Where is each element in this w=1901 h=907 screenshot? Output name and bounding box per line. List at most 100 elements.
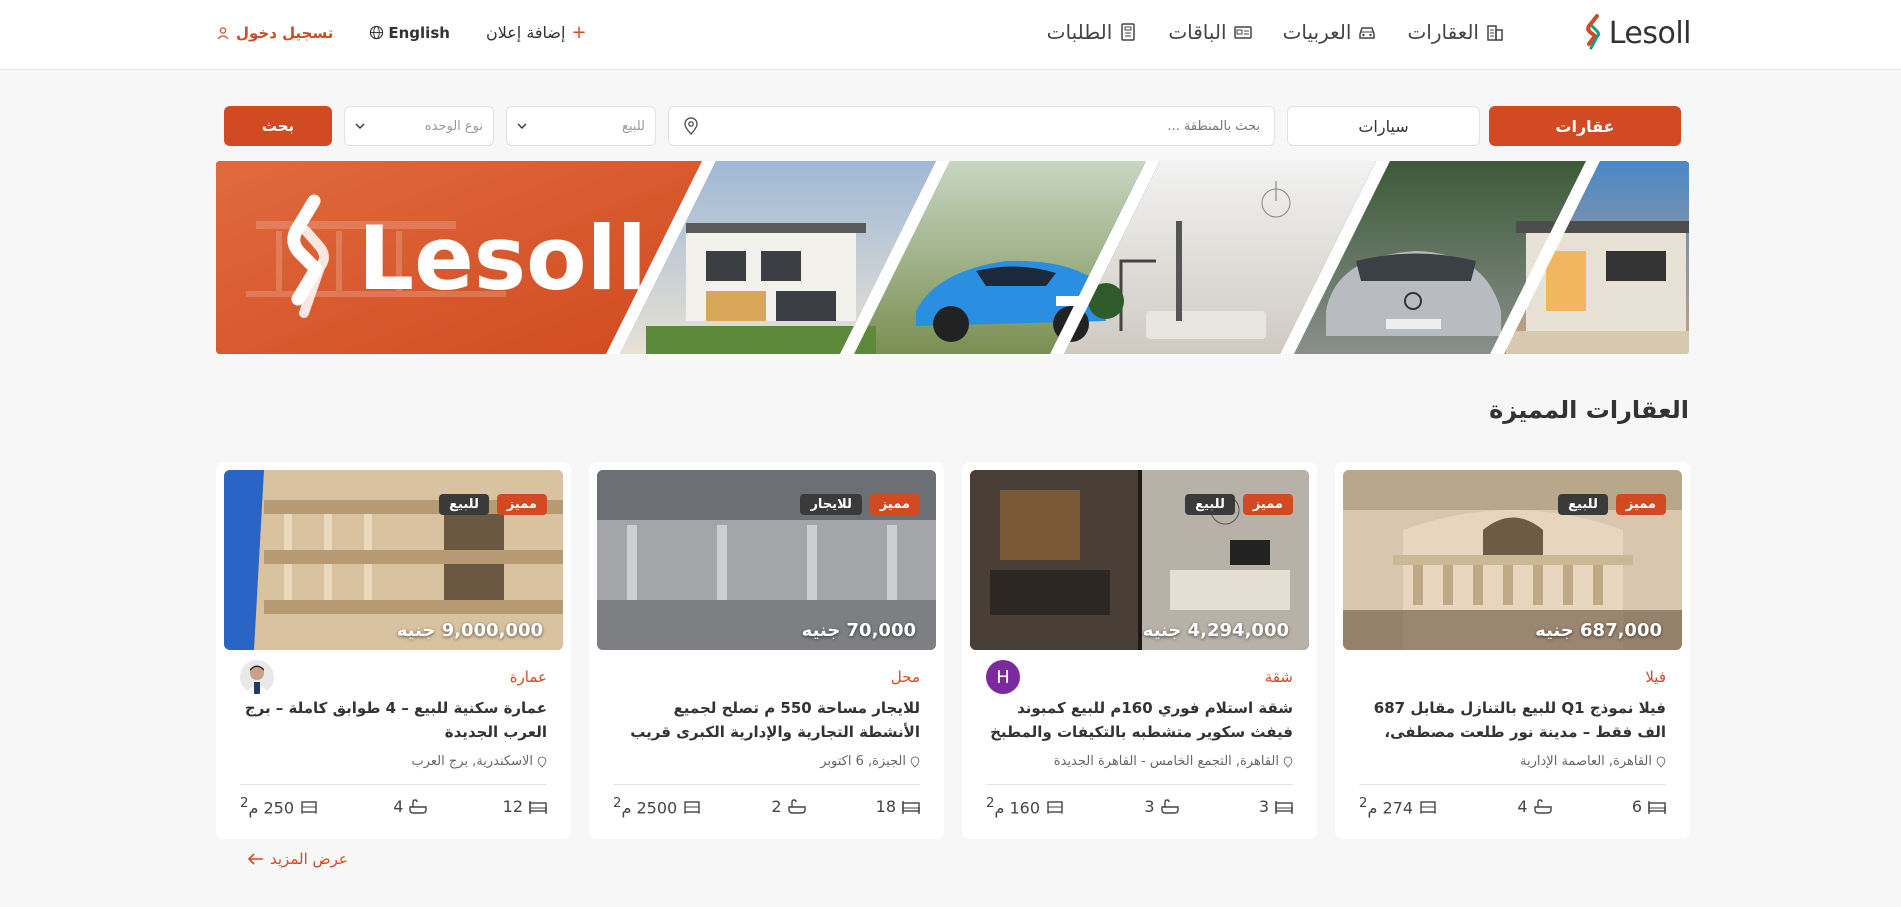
area-spec: 160 م2 [986, 796, 1064, 817]
baths-count: 4 [393, 797, 404, 817]
property-category: شقة [1264, 668, 1293, 686]
nav-packages[interactable]: الباقات [1168, 20, 1252, 44]
area-spec: 274 م2 [1359, 796, 1437, 817]
property-specs: 6 4 274 م2 [1359, 796, 1666, 817]
sale-type-select[interactable]: للبيع [506, 106, 656, 146]
sale-type-value: للبيع [621, 118, 645, 134]
add-ad-label: إضافة إعلان [485, 23, 566, 42]
tab-properties[interactable]: عقارات [1489, 106, 1681, 146]
language-label: English [388, 23, 450, 42]
location-pin-icon [537, 755, 547, 768]
nav-cars[interactable]: العربيات [1283, 20, 1378, 44]
property-card[interactable]: مميز للبيع 4,294,000 جنيه شقة H شقة استل… [962, 462, 1317, 839]
card-badges: مميز للايجار [800, 494, 920, 515]
bathtub-icon [409, 798, 428, 814]
property-title[interactable]: للايجار مساحة 550 م تصلح لجميع الأنشطة ا… [610, 696, 920, 744]
location-pin-icon [910, 755, 920, 768]
area-value: 250 م2 [240, 796, 295, 818]
bed-icon [902, 800, 920, 814]
property-price: 70,000 جنيه [801, 620, 916, 641]
bathtub-icon [1533, 798, 1552, 814]
baths-count: 2 [771, 797, 782, 817]
login-button[interactable]: تسجيل دخول [216, 24, 333, 42]
area-spec: 250 م2 [240, 796, 318, 817]
building-icon [1487, 25, 1503, 41]
bathtub-icon [787, 798, 806, 814]
location-text: الجيزة, 6 اكتوبر [820, 754, 906, 769]
logo-text: Lesoll [1608, 15, 1692, 51]
login-label: تسجيل دخول [236, 23, 334, 42]
listing-type-badge: للبيع [1558, 494, 1608, 515]
property-price: 9,000,000 جنيه [396, 620, 543, 641]
property-title[interactable]: شقة استلام فوري 160م للبيع كمبوند فيفث س… [983, 696, 1293, 744]
language-switch[interactable]: English [369, 24, 450, 42]
location-text: القاهرة, العاصمة الإدارية [1520, 754, 1652, 769]
area-value: 2500 م2 [613, 796, 678, 818]
card-badges: مميز للبيع [439, 494, 547, 515]
nav-properties-label: العقارات [1407, 20, 1479, 44]
card-divider [986, 784, 1293, 785]
property-specs: 3 3 160 م2 [986, 796, 1293, 817]
globe-icon [370, 25, 384, 40]
baths-spec: 4 [393, 796, 428, 817]
area-icon [684, 800, 700, 814]
lesoll-logo[interactable]: Lesoll [1585, 14, 1692, 52]
rooms-spec: 3 [1259, 796, 1293, 817]
property-card[interactable]: مميز للبيع 9,000,000 جنيه عمارة عمارة سك… [216, 462, 571, 839]
bed-icon [1275, 800, 1293, 814]
baths-count: 3 [1144, 797, 1155, 817]
property-title[interactable]: فيلا نموذج Q1 للبيع بالتنازل مقابل 687 ا… [1356, 696, 1666, 744]
card-divider [240, 784, 547, 785]
rooms-count: 6 [1631, 797, 1642, 817]
location-pin-icon [1656, 755, 1666, 768]
area-icon [301, 800, 317, 814]
property-card[interactable]: مميز للبيع 687,000 جنيه فيلا فيلا نموذج … [1335, 462, 1690, 839]
area-search-input[interactable] [699, 118, 1260, 134]
card-divider [613, 784, 920, 785]
document-icon [1121, 23, 1136, 41]
rooms-count: 12 [502, 797, 523, 817]
agent-avatar[interactable]: H [986, 660, 1020, 694]
property-price: 687,000 جنيه [1535, 620, 1662, 641]
property-image[interactable]: مميز للبيع 9,000,000 جنيه [224, 470, 563, 650]
nav-properties[interactable]: العقارات [1407, 20, 1505, 44]
property-title[interactable]: عمارة سكنية للبيع – 4 طوابق كاملة – برج … [237, 696, 547, 744]
nav-requests[interactable]: الطلبات [1047, 20, 1139, 44]
agent-photo [240, 660, 274, 694]
unit-type-value: نوع الوحده [424, 118, 483, 134]
baths-spec: 3 [1144, 796, 1179, 817]
bed-icon [1648, 800, 1666, 814]
tab-cars[interactable]: سيارات [1287, 106, 1480, 146]
area-search-field[interactable] [668, 106, 1275, 146]
show-more-link[interactable]: عرض المزيد [248, 850, 348, 868]
nav-cars-label: العربيات [1282, 20, 1352, 44]
banner-logo-text: Lesoll [358, 207, 647, 310]
rooms-spec: 12 [503, 796, 547, 817]
property-category: فيلا [1645, 668, 1666, 686]
baths-spec: 4 [1517, 796, 1552, 817]
property-price: 4,294,000 جنيه [1142, 620, 1289, 641]
search-button[interactable]: بحث [224, 106, 332, 146]
property-card[interactable]: مميز للايجار 70,000 جنيه محل للايجار مسا… [589, 462, 944, 839]
featured-badge: مميز [869, 494, 920, 515]
property-specs: 12 4 250 م2 [240, 796, 547, 817]
banner-artwork: Lesoll [216, 161, 1689, 354]
bed-icon [529, 800, 547, 814]
property-image[interactable]: مميز للبيع 687,000 جنيه [1343, 470, 1682, 650]
nav-requests-label: الطلبات [1046, 20, 1113, 44]
card-divider [1359, 784, 1666, 785]
agent-avatar[interactable] [240, 660, 274, 694]
location-pin-icon [684, 117, 698, 135]
card-badges: مميز للبيع [1185, 494, 1293, 515]
unit-type-select[interactable]: نوع الوحده [344, 106, 494, 146]
add-ad-button[interactable]: إضافة إعلان + [486, 22, 587, 43]
property-image[interactable]: مميز للبيع 4,294,000 جنيه [970, 470, 1309, 650]
property-image[interactable]: مميز للايجار 70,000 جنيه [597, 470, 936, 650]
property-location: القاهرة, التجمع الخامس - القاهرة الجديدة [1054, 754, 1293, 769]
rooms-spec: 6 [1632, 796, 1666, 817]
property-location: القاهرة, العاصمة الإدارية [1520, 754, 1666, 769]
chevron-down-icon [517, 123, 527, 129]
hero-banner[interactable]: Lesoll [216, 161, 1689, 354]
property-location: الاسكندرية, برج العرب [411, 754, 547, 769]
show-more-label: عرض المزيد [270, 850, 348, 868]
